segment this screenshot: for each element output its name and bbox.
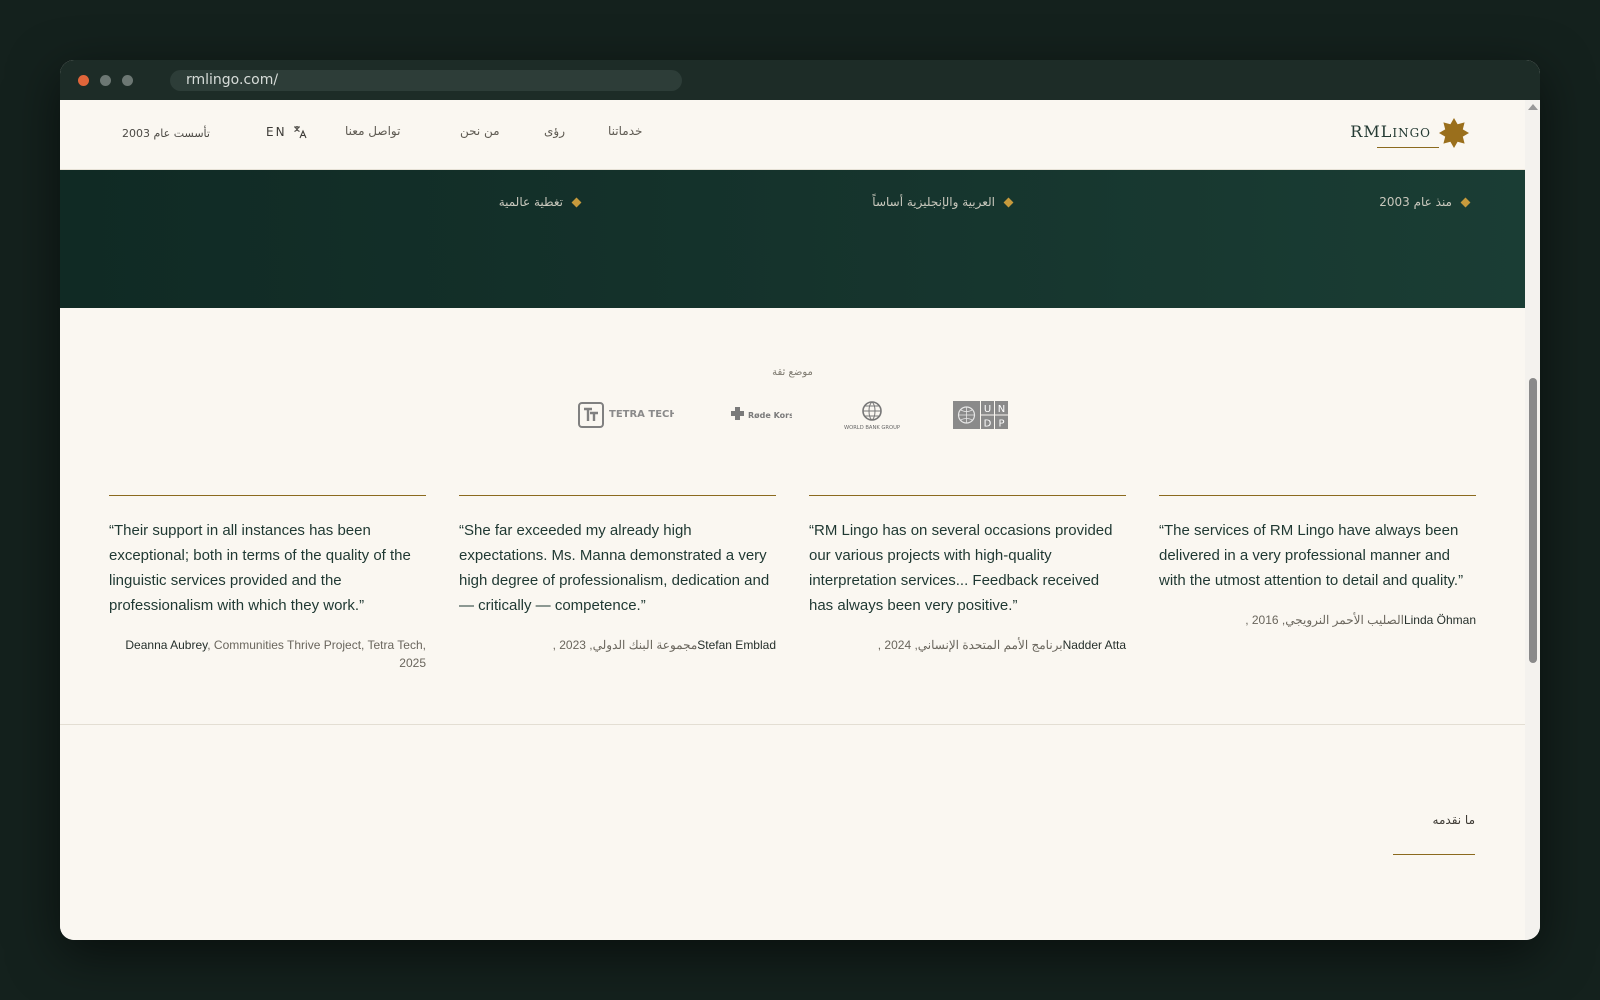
testimonial-card: “Their support in all instances has been… [109, 495, 426, 672]
logo-underline [1377, 147, 1439, 148]
undp-logo: U N D P [953, 400, 1009, 432]
testimonial-quote: “The services of RM Lingo have always be… [1159, 522, 1464, 589]
close-window-button[interactable] [78, 75, 89, 86]
testimonial-quote: “Their support in all instances has been… [109, 522, 411, 614]
feature-languages: العربية والإنجليزية أساساً [872, 195, 1014, 209]
diamond-icon [571, 197, 582, 207]
svg-text:U: U [984, 404, 991, 415]
hero-banner: منذ عام 2003 العربية والإنجليزية أساساً … [60, 170, 1525, 308]
feature-global-coverage: تغطية عالمية [499, 195, 582, 209]
maximize-window-button[interactable] [122, 75, 133, 86]
scrollbar-thumb[interactable] [1529, 378, 1537, 663]
language-label: EN [266, 125, 287, 139]
nav-contact[interactable]: تواصل معنا [345, 124, 400, 138]
diamond-icon [1460, 197, 1471, 207]
address-bar[interactable]: rmlingo.com/ [170, 70, 682, 91]
vertical-scrollbar[interactable] [1525, 100, 1540, 940]
founded-text: تأسست عام 2003 [122, 127, 210, 140]
svg-text:D: D [984, 419, 992, 430]
translate-icon [293, 126, 307, 139]
svg-text:N: N [998, 404, 1005, 415]
client-logos: TETRA TECH Røde Kors WORLD BANK GROUP U … [60, 400, 1525, 440]
testimonial-org: , برنامج الأمم المتحدة الإنساني, 2024 [877, 638, 1063, 652]
testimonial-author: Linda Öhman [1403, 613, 1476, 627]
minimize-window-button[interactable] [100, 75, 111, 86]
site-logo[interactable]: RMLINGO [1349, 118, 1469, 158]
world-bank-logo: WORLD BANK GROUP [839, 400, 905, 432]
nav-insights[interactable]: رؤى [544, 124, 565, 138]
testimonial-org: , مجموعة البنك الدولي, 2023 [552, 638, 698, 652]
browser-titlebar: rmlingo.com/ [60, 60, 1540, 100]
diamond-icon [1003, 197, 1014, 207]
testimonial-card: “She far exceeded my already high expect… [459, 495, 776, 654]
svg-text:P: P [998, 419, 1004, 430]
testimonial-attribution: , مجموعة البنك الدولي, 2023Stefan Emblad [459, 636, 776, 654]
logo-wordmark: RMLINGO [1350, 122, 1431, 141]
site-header: RMLINGO خدماتنا رؤى من نحن تواصل معنا EN… [60, 100, 1525, 170]
testimonial-author: Nadder Atta [1062, 638, 1126, 652]
trusted-by-label: موضع ثقة [772, 367, 813, 378]
browser-window: rmlingo.com/ RMLINGO خدماتنا رؤى من نحن … [60, 60, 1540, 940]
page-viewport: RMLINGO خدماتنا رؤى من نحن تواصل معنا EN… [60, 100, 1525, 940]
testimonial-author: Stefan Emblad [697, 638, 776, 652]
feature-since-2003: منذ عام 2003 [1379, 195, 1471, 209]
testimonial-org: , الصليب الأحمر النرويجي, 2016 [1245, 613, 1404, 627]
testimonial-rule [109, 495, 426, 496]
star-emblem-icon [1439, 118, 1469, 148]
section-title-underline [1393, 854, 1475, 855]
testimonial-card: “RM Lingo has on several occasions provi… [809, 495, 1126, 654]
testimonial-attribution: , الصليب الأحمر النرويجي, 2016Linda Öhma… [1159, 611, 1476, 629]
testimonial-org: , Communities Thrive Project, Tetra Tech… [207, 638, 426, 670]
testimonial-rule [809, 495, 1126, 496]
language-switcher[interactable]: EN [266, 125, 307, 139]
testimonial-attribution: , برنامج الأمم المتحدة الإنساني, 2024Nad… [809, 636, 1126, 654]
tetra-tech-wordmark: TETRA TECH [609, 409, 674, 420]
scroll-up-arrow-icon[interactable] [1528, 104, 1538, 110]
nav-about[interactable]: من نحن [460, 124, 500, 138]
testimonial-attribution: Deanna Aubrey, Communities Thrive Projec… [109, 636, 426, 672]
section-divider [60, 724, 1525, 725]
tetra-tech-logo: TETRA TECH [578, 400, 678, 432]
section-title-what-we-offer: ما نقدمه [1432, 813, 1475, 827]
testimonial-author: Deanna Aubrey [125, 638, 208, 652]
testimonial-quote: “RM Lingo has on several occasions provi… [809, 522, 1113, 614]
testimonial-rule [459, 495, 776, 496]
testimonial-card: “The services of RM Lingo have always be… [1159, 495, 1476, 629]
testimonial-quote: “She far exceeded my already high expect… [459, 522, 770, 614]
world-bank-wordmark: WORLD BANK GROUP [844, 425, 900, 431]
rode-kors-logo: Røde Kors [726, 400, 794, 432]
nav-services[interactable]: خدماتنا [608, 124, 642, 138]
testimonial-rule [1159, 495, 1476, 496]
rode-kors-wordmark: Røde Kors [748, 411, 792, 420]
